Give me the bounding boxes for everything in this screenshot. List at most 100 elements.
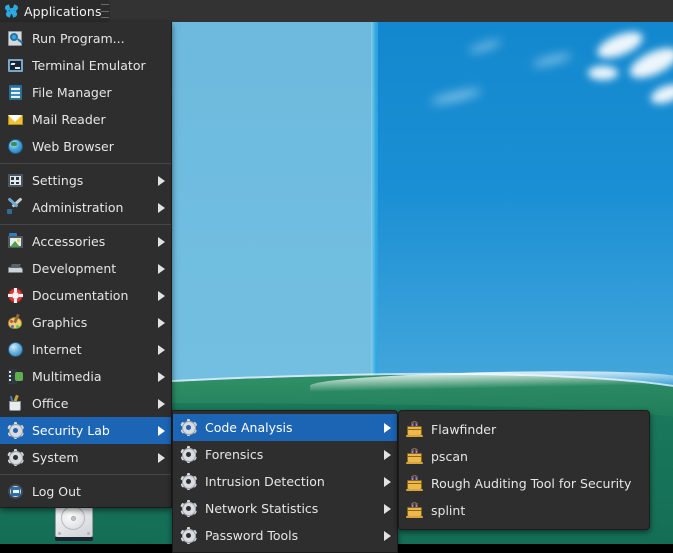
menu-item-label: Forensics <box>205 447 264 462</box>
hard-drive-hub <box>71 516 76 521</box>
menu-item-label: Security Lab <box>32 423 110 438</box>
applications-button[interactable]: Applications <box>0 0 110 22</box>
menu-item-web-browser[interactable]: Web Browser <box>0 133 171 160</box>
accessories-icon <box>7 233 24 250</box>
toolbox-icon <box>406 502 423 519</box>
security-item-network-statistics[interactable]: Network Statistics <box>173 495 397 522</box>
submenu-arrow-icon <box>158 452 165 463</box>
menu-item-accessories[interactable]: Accessories <box>0 228 171 255</box>
security-item-intrusion-detection[interactable]: Intrusion Detection <box>173 468 397 495</box>
code-item-splint[interactable]: splint <box>399 497 649 524</box>
menu-item-development[interactable]: Development <box>0 255 171 282</box>
settings-icon <box>7 172 24 189</box>
submenu-arrow-icon <box>158 290 165 301</box>
code-item-flawfinder[interactable]: Flawfinder <box>399 416 649 443</box>
run-program-icon <box>7 30 24 47</box>
menu-separator <box>0 224 171 225</box>
menu-item-system[interactable]: System <box>0 444 171 471</box>
submenu-arrow-icon <box>158 202 165 213</box>
gear-icon <box>180 419 197 436</box>
menu-item-label: Log Out <box>32 484 81 499</box>
hard-drive-screw <box>58 532 61 535</box>
menu-item-label: System <box>32 450 79 465</box>
menu-item-log-out[interactable]: Log Out <box>0 478 171 505</box>
multimedia-icon <box>7 368 24 385</box>
security-item-forensics[interactable]: Forensics <box>173 441 397 468</box>
hard-drive-base <box>55 537 93 541</box>
administration-icon <box>7 197 24 216</box>
menu-item-label: Development <box>32 261 117 276</box>
xfce-mouse-icon <box>4 4 19 18</box>
gear-icon <box>180 500 197 517</box>
panel-handle-icon[interactable] <box>101 4 109 18</box>
menu-item-label: Rough Auditing Tool for Security <box>431 476 632 491</box>
development-icon <box>7 260 24 277</box>
menu-item-label: Mail Reader <box>32 112 106 127</box>
menu-item-label: splint <box>431 503 466 518</box>
menu-item-settings[interactable]: Settings <box>0 167 171 194</box>
code-analysis-submenu[interactable]: Flawfinder pscan Rough Auditing Tool for S… <box>398 410 650 530</box>
menu-item-office[interactable]: Office <box>0 390 171 417</box>
menu-item-label: Intrusion Detection <box>205 474 325 489</box>
menu-item-label: Run Program... <box>32 31 125 46</box>
submenu-arrow-icon <box>158 236 165 247</box>
toolbox-icon <box>406 475 423 492</box>
submenu-arrow-icon <box>384 476 391 487</box>
web-browser-icon <box>7 138 24 155</box>
terminal-icon <box>7 57 24 74</box>
menu-item-label: Code Analysis <box>205 420 293 435</box>
toolbox-icon <box>406 448 423 465</box>
menu-item-label: Internet <box>32 342 82 357</box>
internet-icon <box>7 341 24 358</box>
menu-item-administration[interactable]: Administration <box>0 194 171 221</box>
menu-separator <box>0 474 171 475</box>
gear-icon <box>180 473 197 490</box>
toolbox-icon <box>406 421 423 438</box>
submenu-arrow-icon <box>384 503 391 514</box>
security-item-password-tools[interactable]: Password Tools <box>173 522 397 549</box>
menu-item-label: Network Statistics <box>205 501 319 516</box>
submenu-arrow-icon <box>384 449 391 460</box>
menu-item-label: Administration <box>32 200 124 215</box>
menu-item-label: Web Browser <box>32 139 114 154</box>
submenu-arrow-icon <box>158 263 165 274</box>
menu-item-label: Documentation <box>32 288 129 303</box>
documentation-icon <box>7 287 24 304</box>
mail-icon <box>7 111 24 128</box>
code-item-pscan[interactable]: pscan <box>399 443 649 470</box>
menu-item-file-manager[interactable]: File Manager <box>0 79 171 106</box>
menu-item-internet[interactable]: Internet <box>0 336 171 363</box>
top-panel: Applications <box>0 0 673 22</box>
menu-item-run-program[interactable]: Run Program... <box>0 25 171 52</box>
submenu-arrow-icon <box>158 344 165 355</box>
menu-item-security-lab[interactable]: Security Lab <box>0 417 171 444</box>
office-icon <box>7 394 24 412</box>
security-item-code-analysis[interactable]: Code Analysis <box>173 414 397 441</box>
menu-item-mail-reader[interactable]: Mail Reader <box>0 106 171 133</box>
hard-drive-screw <box>87 532 90 535</box>
menu-item-multimedia[interactable]: Multimedia <box>0 363 171 390</box>
submenu-arrow-icon <box>384 422 391 433</box>
log-out-icon <box>7 483 24 500</box>
submenu-arrow-icon <box>158 398 165 409</box>
security-lab-submenu[interactable]: Code Analysis Forensics Intrusion Detectio… <box>172 410 398 553</box>
gear-icon <box>7 449 24 466</box>
submenu-arrow-icon <box>158 175 165 186</box>
code-item-rough-auditing-tool-for-security[interactable]: Rough Auditing Tool for Security <box>399 470 649 497</box>
applications-button-label: Applications <box>24 3 102 19</box>
menu-item-label: File Manager <box>32 85 112 100</box>
menu-item-label: Graphics <box>32 315 88 330</box>
menu-item-label: Accessories <box>32 234 106 249</box>
gear-icon <box>7 422 24 439</box>
menu-item-label: Terminal Emulator <box>32 58 146 73</box>
menu-item-label: pscan <box>431 449 468 464</box>
submenu-arrow-icon <box>158 317 165 328</box>
menu-item-documentation[interactable]: Documentation <box>0 282 171 309</box>
applications-menu[interactable]: Run Program... Terminal Emulator File Mana… <box>0 22 172 508</box>
menu-item-label: Flawfinder <box>431 422 497 437</box>
menu-item-label: Office <box>32 396 69 411</box>
menu-item-graphics[interactable]: Graphics <box>0 309 171 336</box>
submenu-arrow-icon <box>384 530 391 541</box>
menu-item-terminal-emulator[interactable]: Terminal Emulator <box>0 52 171 79</box>
gear-icon <box>180 527 197 544</box>
